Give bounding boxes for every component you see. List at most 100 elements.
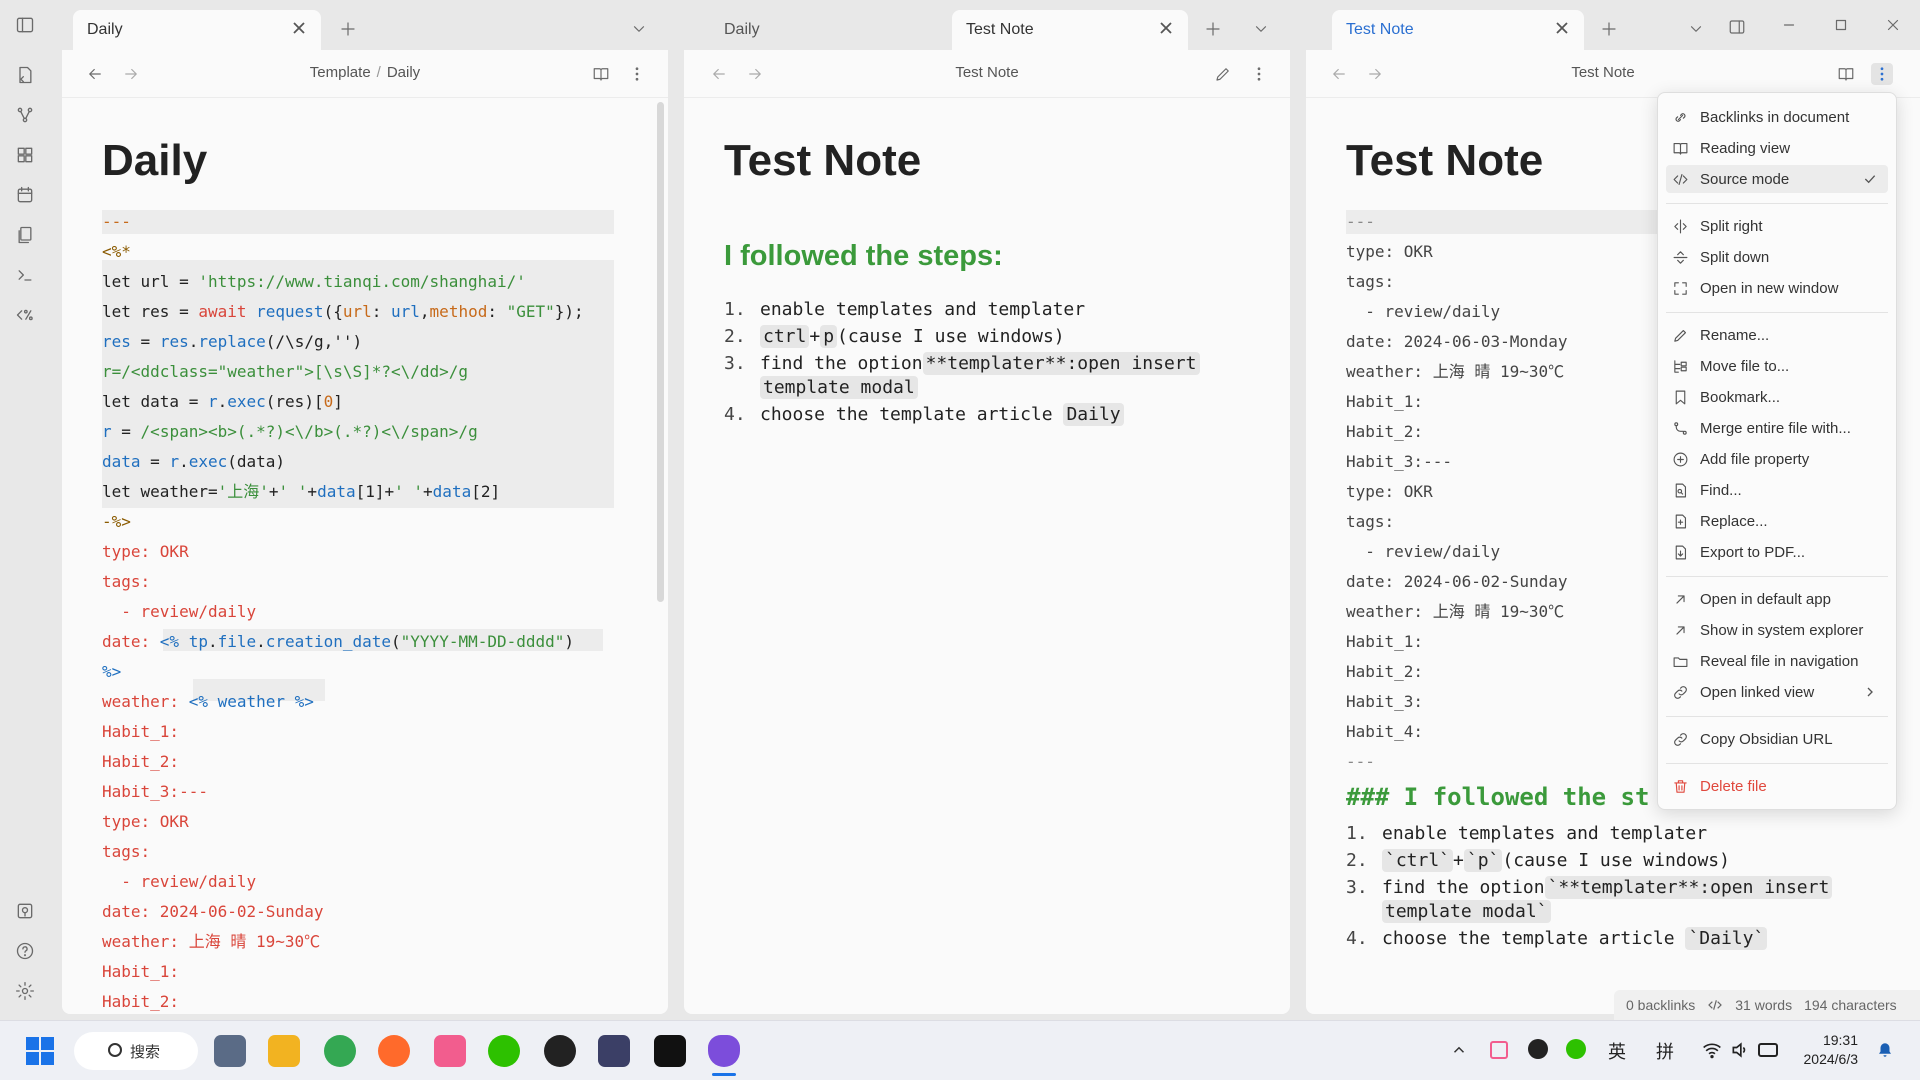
battery-icon[interactable] xyxy=(1758,1043,1778,1057)
scrollbar[interactable] xyxy=(657,102,664,602)
open-file-icon[interactable] xyxy=(14,64,36,86)
tab-daily-left[interactable]: Daily xyxy=(73,10,321,50)
toggle-sidebar-icon[interactable] xyxy=(14,14,36,36)
toggle-right-sidebar-icon[interactable] xyxy=(1726,16,1748,38)
code-line[interactable]: - review/daily xyxy=(1346,538,1500,566)
menu-item-show-in-system-explorer[interactable]: Show in system explorer xyxy=(1666,616,1888,644)
code-line[interactable]: r=/<ddclass="weather">[\s\S]*?<\/dd>/g xyxy=(102,358,468,386)
code-line[interactable]: Habit_2: xyxy=(102,988,179,1014)
breadcrumb-file[interactable]: Daily xyxy=(387,64,420,81)
code-line[interactable]: weather: <% weather %> xyxy=(102,688,314,716)
code-line[interactable]: type: OKR xyxy=(102,538,189,566)
new-tab-icon[interactable] xyxy=(1598,18,1620,40)
code-line[interactable]: -%> xyxy=(102,508,131,536)
tab-daily-middle[interactable]: Daily xyxy=(710,10,940,50)
menu-item-reading-view[interactable]: Reading view xyxy=(1666,134,1888,162)
qq-icon[interactable] xyxy=(544,1035,576,1067)
source-mode-code-icon[interactable] xyxy=(1707,997,1723,1013)
settings-app-icon[interactable] xyxy=(214,1035,246,1067)
more-options-icon[interactable] xyxy=(1248,63,1270,85)
view-title[interactable]: Test Note xyxy=(1306,64,1920,81)
code-line[interactable]: %> xyxy=(102,658,121,686)
menu-item-export-to-pdf[interactable]: Export to PDF... xyxy=(1666,538,1888,566)
code-line[interactable]: - review/daily xyxy=(1346,298,1500,326)
code-line[interactable]: let data = r.exec(res)[0] xyxy=(102,388,343,416)
backlinks-count[interactable]: 0 backlinks xyxy=(1626,997,1695,1013)
code-line[interactable]: tags: xyxy=(102,838,150,866)
chrome-icon[interactable] xyxy=(324,1035,356,1067)
code-line[interactable]: type: OKR xyxy=(1346,478,1433,506)
code-line[interactable]: --- xyxy=(1346,748,1375,776)
clock[interactable]: 19:31 2024/6/3 xyxy=(1798,1031,1859,1069)
menu-item-find[interactable]: Find... xyxy=(1666,476,1888,504)
code-line[interactable]: weather: 上海 晴 19~30℃ xyxy=(1346,598,1564,626)
code-line[interactable]: Habit_1: xyxy=(102,718,179,746)
menu-item-delete-file[interactable]: Delete file xyxy=(1666,772,1888,800)
code-line[interactable]: date: 2024-06-02-Sunday xyxy=(1346,568,1568,596)
new-tab-icon[interactable] xyxy=(1202,18,1224,40)
obsidian-icon[interactable] xyxy=(708,1035,740,1067)
code-line[interactable]: --- xyxy=(1346,208,1375,236)
reading-view-book-icon[interactable] xyxy=(590,63,612,85)
code-line[interactable]: date: 2024-06-03-Monday xyxy=(1346,328,1568,356)
menu-item-backlinks-in-document[interactable]: Backlinks in document xyxy=(1666,103,1888,131)
code-line[interactable]: let weather='上海'+' '+data[1]+' '+data[2] xyxy=(102,478,500,506)
code-line[interactable]: Habit_1: xyxy=(1346,388,1423,416)
settings-gear-icon[interactable] xyxy=(14,980,36,1002)
bilibili-tray-icon[interactable] xyxy=(1490,1041,1508,1059)
templates-icon[interactable] xyxy=(14,224,36,246)
menu-item-merge-entire-file-with[interactable]: Merge entire file with... xyxy=(1666,414,1888,442)
taskbar-search[interactable]: 搜索 xyxy=(74,1032,198,1070)
canvas-icon[interactable] xyxy=(14,144,36,166)
bilibili-icon[interactable] xyxy=(434,1035,466,1067)
new-tab-icon[interactable] xyxy=(337,18,359,40)
breadcrumb-folder[interactable]: Template xyxy=(310,64,371,81)
menu-item-add-file-property[interactable]: Add file property xyxy=(1666,445,1888,473)
view-title[interactable]: Test Note xyxy=(684,64,1290,81)
calendar-icon[interactable] xyxy=(14,184,36,206)
code-line[interactable]: Habit_2: xyxy=(1346,418,1423,446)
code-line[interactable]: tags: xyxy=(1346,268,1394,296)
code-line[interactable]: Habit_4: xyxy=(1346,718,1423,746)
code-line[interactable]: date: <% tp.file.creation_date("YYYY-MM-… xyxy=(102,628,574,656)
graph-view-icon[interactable] xyxy=(14,104,36,126)
code-line[interactable]: Habit_2: xyxy=(1346,658,1423,686)
code-line[interactable]: date: 2024-06-02-Sunday xyxy=(102,898,324,926)
cat-app-icon[interactable] xyxy=(598,1035,630,1067)
menu-item-rename[interactable]: Rename... xyxy=(1666,321,1888,349)
close-icon[interactable] xyxy=(1158,20,1178,40)
terminal-icon[interactable] xyxy=(14,264,36,286)
ime-mode-indicator[interactable]: 拼 xyxy=(1656,1038,1674,1064)
menu-item-open-in-new-window[interactable]: Open in new window xyxy=(1666,274,1888,302)
tab-list-chevron-icon[interactable] xyxy=(628,18,650,40)
code-line[interactable]: Habit_2: xyxy=(102,748,179,776)
code-line[interactable]: weather: 上海 晴 19~30℃ xyxy=(102,928,320,956)
menu-item-split-down[interactable]: Split down xyxy=(1666,243,1888,271)
maximize-icon[interactable] xyxy=(1830,14,1852,36)
code-line[interactable]: data = r.exec(data) xyxy=(102,448,285,476)
tab-test-note-right[interactable]: Test Note xyxy=(1332,10,1584,50)
wechat-icon[interactable] xyxy=(488,1035,520,1067)
file-explorer-icon[interactable] xyxy=(268,1035,300,1067)
wechat-tray-icon[interactable] xyxy=(1566,1039,1586,1059)
edit-pencil-icon[interactable] xyxy=(1212,63,1234,85)
code-line[interactable]: Habit_1: xyxy=(1346,628,1423,656)
code-line[interactable]: Habit_1: xyxy=(102,958,179,986)
menu-item-reveal-file-in-navigation[interactable]: Reveal file in navigation xyxy=(1666,647,1888,675)
code-line[interactable]: tags: xyxy=(1346,508,1394,536)
code-line[interactable]: tags: xyxy=(102,568,150,596)
minimize-icon[interactable] xyxy=(1778,14,1800,36)
menu-item-replace[interactable]: Replace... xyxy=(1666,507,1888,535)
reading-view-book-icon[interactable] xyxy=(1835,63,1857,85)
wifi-icon[interactable] xyxy=(1702,1040,1722,1060)
code-line[interactable]: Habit_3:--- xyxy=(1346,448,1452,476)
code-line[interactable]: Habit_3: xyxy=(1346,688,1423,716)
jetbrains-icon[interactable] xyxy=(654,1035,686,1067)
menu-item-source-mode[interactable]: Source mode xyxy=(1666,165,1888,193)
windows-start-icon[interactable] xyxy=(26,1037,54,1065)
ime-language-indicator[interactable]: 英 xyxy=(1608,1038,1626,1064)
code-line[interactable]: weather: 上海 晴 19~30℃ xyxy=(1346,358,1564,386)
code-line[interactable]: type: OKR xyxy=(1346,238,1433,266)
menu-item-bookmark[interactable]: Bookmark... xyxy=(1666,383,1888,411)
code-line[interactable]: - review/daily xyxy=(102,598,256,626)
